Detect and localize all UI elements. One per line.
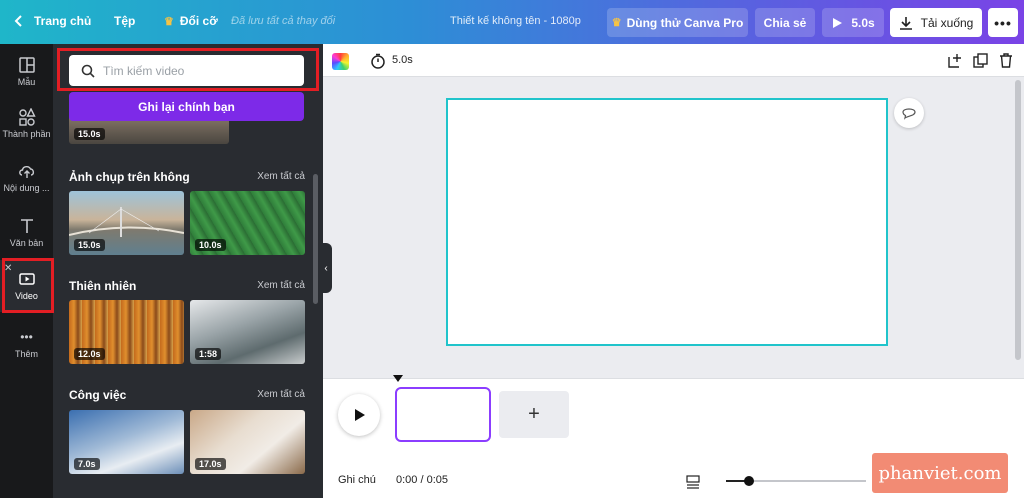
duration-badge: 10.0s [195,239,226,251]
section-title: Công việc [69,388,127,402]
file-menu[interactable]: Tệp [114,14,135,28]
rail-item-uploads[interactable]: Nội dung ... [0,162,53,193]
video-panel: 15.0s Tìm kiếm video Ghi lại chính bạn Ả… [53,44,323,498]
editor-toolbar: 5.0s [323,44,1024,77]
design-canvas[interactable] [446,98,888,346]
color-picker-icon[interactable] [332,53,349,70]
rail-label: Văn bản [9,238,44,248]
chevron-left-icon [14,15,22,27]
save-status: Đã lưu tất cả thay đổi [231,15,336,27]
more-options-button[interactable]: ••• [988,8,1018,37]
rail-item-elements[interactable]: Thành phần [0,108,53,139]
duration-badge: 12.0s [74,348,105,360]
resize-menu[interactable]: ♛ Đổi cỡ [164,14,218,28]
timer-icon[interactable] [370,53,386,69]
home-link[interactable]: Trang chủ [12,14,91,28]
rail-item-text[interactable]: Văn bản [0,217,53,248]
video-thumbnail[interactable]: 17.0s [190,410,305,474]
highlight-video-tab [2,258,54,313]
duration-badge: 15.0s [74,128,105,140]
record-yourself-button[interactable]: Ghi lại chính bạn [69,92,304,121]
design-title[interactable]: Thiết kế không tên - 1080p [450,15,581,27]
see-all-link[interactable]: Xem tất cả [257,389,305,400]
see-all-link[interactable]: Xem tất cả [257,280,305,291]
present-button[interactable]: 5.0s [822,8,884,37]
crown-icon: ♛ [611,17,622,29]
template-icon [18,57,35,73]
timeline-view-icon[interactable] [686,475,700,489]
rail-label: Nội dung ... [3,183,50,193]
duration-badge: 15.0s [74,239,105,251]
watermark: phanviet.com [872,453,1008,493]
rail-item-templates[interactable]: Mẫu [0,56,53,87]
duplicate-page-icon[interactable] [973,53,988,68]
trash-icon[interactable] [999,53,1013,68]
top-bar: Trang chủ Tệp ♛ Đổi cỡ Đã lưu tất cả tha… [0,0,1024,44]
notes-button[interactable]: Ghi chú [338,474,376,486]
highlight-search-box [57,48,319,91]
add-page-icon[interactable] [948,53,963,68]
zoom-slider[interactable] [726,476,866,486]
try-pro-button[interactable]: ♛ Dùng thử Canva Pro [607,8,748,37]
page-duration[interactable]: 5.0s [392,54,413,66]
play-button[interactable] [338,394,380,436]
download-button[interactable]: Tải xuống [890,8,982,37]
duration-label: 5.0s [851,15,875,30]
rail-label: Thành phần [2,129,51,139]
zoom-slider-handle[interactable] [744,476,754,486]
section-title: Ảnh chụp trên không [69,170,190,184]
see-all-link[interactable]: Xem tất cả [257,171,305,182]
duration-badge: 17.0s [195,458,226,470]
time-readout: 0:00 / 0:05 [396,474,448,486]
video-thumbnail[interactable]: 15.0s [69,191,184,255]
crown-icon: ♛ [164,15,174,28]
more-dots-icon: ••• [20,330,33,344]
rail-label: Mẫu [17,77,36,87]
add-page-button[interactable]: + [499,391,569,438]
editor-scrollbar[interactable] [1015,80,1021,360]
video-thumbnail[interactable]: 10.0s [190,191,305,255]
play-icon [833,17,843,28]
video-thumbnail[interactable]: 12.0s [69,300,184,364]
resize-label: Đổi cỡ [179,14,218,28]
collapse-panel-button[interactable]: ‹ [320,243,332,293]
video-thumbnail[interactable]: 7.0s [69,410,184,474]
more-dots-icon: ••• [994,14,1012,31]
text-icon [20,219,33,233]
duration-badge: 7.0s [74,458,100,470]
try-pro-label: Dùng thử Canva Pro [626,15,744,30]
section-title: Thiên nhiên [69,279,137,293]
play-icon [355,409,365,421]
duration-badge: 1:58 [195,348,222,360]
share-button[interactable]: Chia sẻ [755,8,815,37]
plus-icon: + [528,403,540,425]
download-icon [899,16,912,30]
chevron-left-icon: ‹ [324,262,328,274]
home-label: Trang chủ [34,14,92,28]
download-label: Tải xuống [920,15,974,30]
upload-cloud-icon [18,165,34,178]
timeline-clip[interactable] [395,387,491,442]
video-thumbnail[interactable]: 1:58 [190,300,305,364]
rail-label: Thêm [14,349,38,359]
playhead-marker[interactable] [393,375,403,382]
comment-icon [902,108,916,120]
elements-icon [18,108,36,126]
add-comment-button[interactable] [894,98,924,128]
panel-scrollbar[interactable] [313,174,318,304]
rail-item-more[interactable]: ••• Thêm [0,328,53,359]
